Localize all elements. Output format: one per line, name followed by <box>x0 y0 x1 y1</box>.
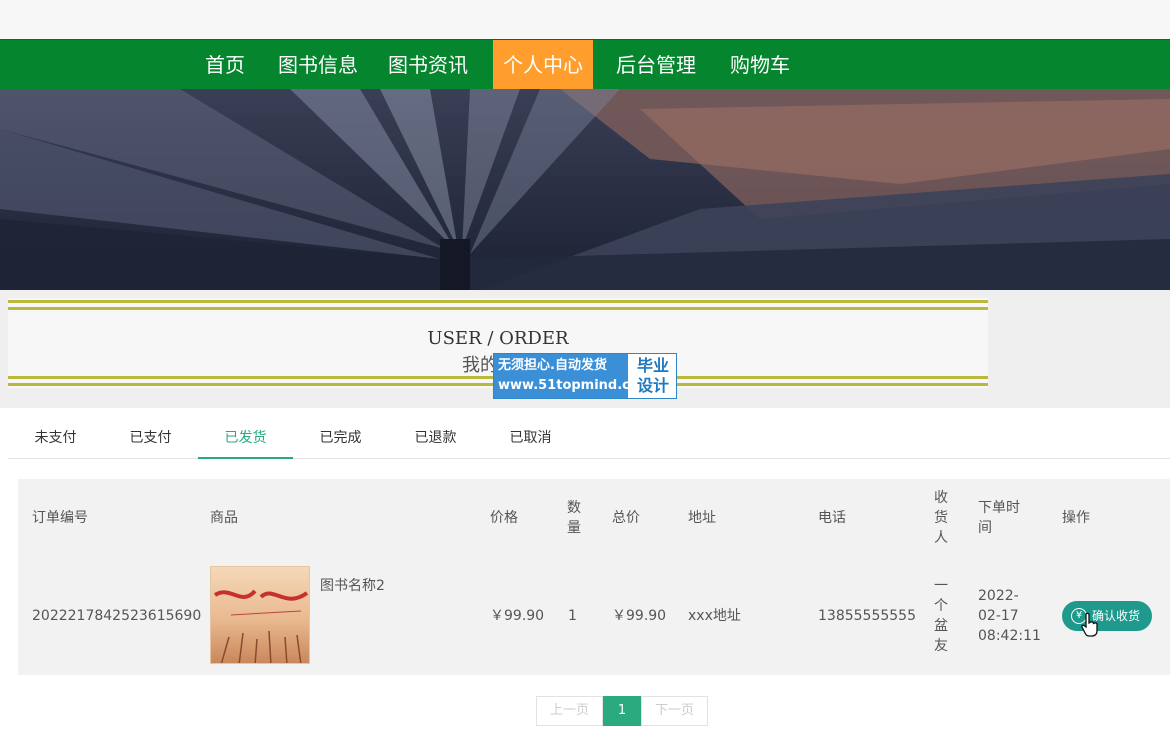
cell-receiver-1: 一 <box>934 578 948 594</box>
cell-address: xxx地址 <box>688 608 741 624</box>
header-product: 商品 <box>210 510 238 526</box>
nav-cart[interactable]: 购物车 <box>720 40 800 90</box>
watermark-text: 无须担心.自动发货 www.51topmind.com <box>494 354 653 398</box>
cell-order-no: 2022217842523615690 <box>32 608 202 624</box>
header-time-1: 下单时 <box>978 500 1020 516</box>
confirm-receipt-button[interactable]: ¥ 确认收货 <box>1062 601 1152 631</box>
rule-top-2 <box>8 307 988 310</box>
next-page-button[interactable]: 下一页 <box>641 696 708 726</box>
watermark-right2: 设计 <box>636 376 669 395</box>
cell-price: ￥99.90 <box>490 608 545 624</box>
section-title-en: USER / ORDER <box>427 328 569 349</box>
cell-receiver-4: 友 <box>934 638 948 654</box>
product-thumbnail[interactable] <box>210 566 310 664</box>
header-action: 操作 <box>1062 510 1090 526</box>
header-phone: 电话 <box>818 510 846 526</box>
header-address: 地址 <box>688 510 716 526</box>
header-price: 价格 <box>490 510 518 526</box>
cell-receiver-3: 盆 <box>934 618 948 634</box>
main-nav: 首页 图书信息 图书资讯 个人中心 后台管理 购物车 <box>0 39 1170 90</box>
watermark-line2: www.51topmind.com <box>498 378 653 393</box>
tab-cancelled[interactable]: 已取消 <box>483 418 578 459</box>
cell-time-1: 2022- <box>978 588 1019 604</box>
cell-product-name[interactable]: 图书名称2 <box>320 576 385 596</box>
header-receiver-2: 货 <box>934 510 948 526</box>
top-strip <box>0 0 1170 39</box>
cell-time-3: 08:42:11 <box>978 628 1041 644</box>
header-order-no: 订单编号 <box>32 510 88 526</box>
orders-table: 订单编号 商品 价格 数 量 总价 地址 电话 收 货 人 下单时 间 操作 2… <box>18 479 1170 675</box>
nav-personal-center[interactable]: 个人中心 <box>493 40 593 90</box>
cell-phone: 13855555555 <box>818 608 916 624</box>
cell-receiver-2: 个 <box>934 598 948 614</box>
rule-top-1 <box>8 300 988 303</box>
watermark-line1: 无须担心.自动发货 <box>498 358 607 373</box>
banner-image <box>0 89 1170 290</box>
hand-cursor-icon <box>1081 612 1098 637</box>
tab-completed[interactable]: 已完成 <box>293 418 388 459</box>
nav-admin[interactable]: 后台管理 <box>606 40 706 90</box>
header-qty-2: 量 <box>567 520 581 536</box>
cell-qty: 1 <box>568 608 577 624</box>
header-receiver-3: 人 <box>934 530 948 546</box>
tab-unpaid[interactable]: 未支付 <box>8 418 103 459</box>
page-1-button[interactable]: 1 <box>603 696 641 726</box>
nav-book-news[interactable]: 图书资讯 <box>378 40 478 90</box>
header-total: 总价 <box>612 510 640 526</box>
watermark-badge: 毕业 设计 <box>630 356 676 396</box>
header-time-2: 间 <box>978 520 992 536</box>
watermark-right1: 毕业 <box>636 356 669 375</box>
tab-shipped[interactable]: 已发货 <box>198 418 293 459</box>
cell-total: ￥99.90 <box>612 608 667 624</box>
prev-page-button[interactable]: 上一页 <box>536 696 603 726</box>
cell-time-2: 02-17 <box>978 608 1019 624</box>
header-qty-1: 数 <box>567 500 581 516</box>
order-status-tabs: 未支付 已支付 已发货 已完成 已退款 已取消 <box>8 418 1170 459</box>
header-receiver-1: 收 <box>934 490 948 506</box>
watermark-overlay: 无须担心.自动发货 www.51topmind.com 毕业 设计 <box>493 353 677 399</box>
tab-paid[interactable]: 已支付 <box>103 418 198 459</box>
tab-refunded[interactable]: 已退款 <box>388 418 483 459</box>
nav-home[interactable]: 首页 <box>194 40 256 90</box>
nav-book-info[interactable]: 图书信息 <box>268 40 368 90</box>
